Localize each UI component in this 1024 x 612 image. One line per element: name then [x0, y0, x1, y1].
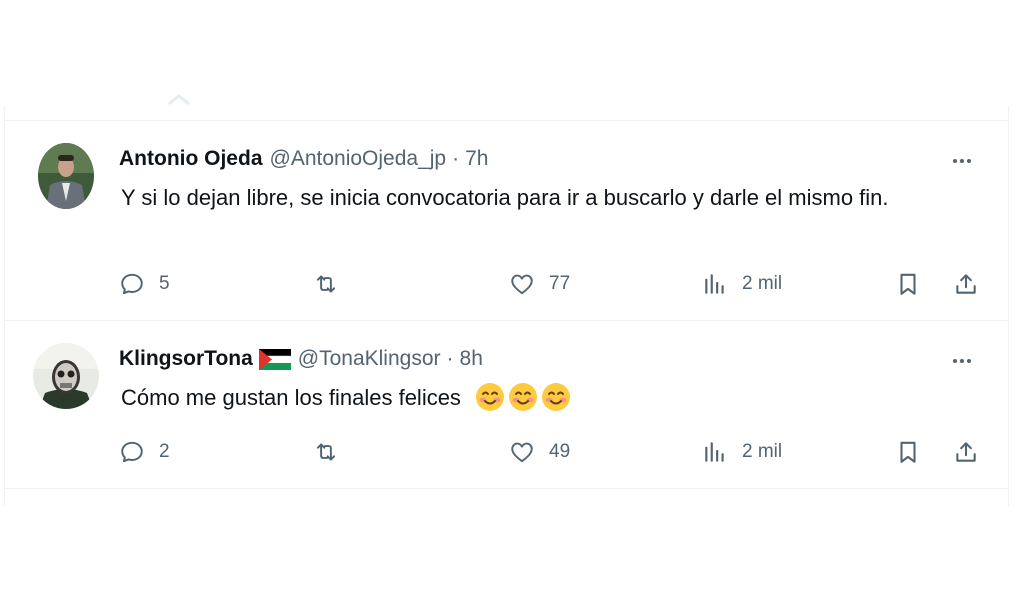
reply-icon — [121, 441, 143, 463]
avatar-photo — [38, 143, 94, 209]
reply-button[interactable]: 2 — [119, 439, 170, 465]
feed-divider — [5, 488, 1008, 489]
timestamp[interactable]: 7h — [465, 147, 488, 171]
like-count: 77 — [549, 273, 571, 294]
author-name[interactable]: Antonio Ojeda — [119, 147, 263, 171]
collapse-chevron-icon — [168, 94, 190, 106]
analytics-icon — [705, 274, 724, 294]
view-count: 2 mil — [742, 273, 783, 294]
author-handle[interactable]: @TonaKlingsor — [298, 347, 441, 371]
more-options-icon[interactable] — [948, 151, 976, 171]
like-button[interactable]: 77 — [509, 271, 570, 297]
bookmark-button[interactable] — [895, 439, 921, 465]
heart-icon — [511, 274, 533, 295]
separator: · — [452, 147, 460, 170]
repost-icon — [316, 443, 336, 461]
timestamp[interactable]: 8h — [460, 347, 483, 371]
share-icon — [956, 274, 976, 294]
repost-icon — [316, 275, 336, 293]
share-icon — [956, 442, 976, 462]
avatar-photo — [33, 343, 99, 409]
bookmark-button[interactable] — [895, 271, 921, 297]
tweet-feed: Antonio Ojeda @AntonioOjeda_jp · 7h Y si… — [4, 106, 1009, 506]
smiling-face-icon — [476, 383, 505, 411]
tweet-text: Cómo me gustan los finales felices — [121, 385, 461, 410]
avatar[interactable] — [33, 343, 99, 409]
tweet-actions: 5 77 2 mil — [5, 271, 1008, 301]
tweet-header: Antonio Ojeda @AntonioOjeda_jp · 7h — [119, 147, 488, 171]
share-button[interactable] — [953, 271, 979, 297]
share-button[interactable] — [953, 439, 979, 465]
separator: · — [446, 347, 454, 370]
like-button[interactable]: 49 — [509, 439, 570, 465]
smiling-face-icon — [509, 383, 538, 411]
tweet[interactable]: KlingsorTona @TonaKlingsor · 8h Cómo me … — [5, 320, 1008, 491]
reply-button[interactable]: 5 — [119, 271, 170, 297]
views-button[interactable]: 2 mil — [702, 271, 782, 297]
reply-count: 5 — [159, 273, 170, 294]
tweet-text-container: Cómo me gustan los finales felices — [121, 381, 981, 415]
author-name[interactable]: KlingsorTona — [119, 347, 253, 371]
bookmark-icon — [900, 273, 916, 295]
smiling-face-icon — [542, 383, 571, 411]
author-handle[interactable]: @AntonioOjeda_jp — [270, 147, 447, 171]
views-button[interactable]: 2 mil — [702, 439, 782, 465]
repost-button[interactable] — [313, 271, 353, 297]
analytics-icon — [705, 442, 724, 462]
like-count: 49 — [549, 441, 571, 462]
bookmark-icon — [900, 441, 916, 463]
repost-button[interactable] — [313, 439, 353, 465]
heart-icon — [511, 442, 533, 463]
tweet-actions: 2 49 2 mil — [5, 439, 1008, 469]
tweet-text: Y si lo dejan libre, se inicia convocato… — [121, 185, 889, 210]
avatar[interactable] — [38, 143, 94, 209]
reply-icon — [121, 273, 143, 295]
more-options-icon[interactable] — [948, 351, 976, 371]
view-count: 2 mil — [742, 441, 783, 462]
tweet[interactable]: Antonio Ojeda @AntonioOjeda_jp · 7h Y si… — [5, 120, 1008, 321]
reply-count: 2 — [159, 441, 170, 462]
palestine-flag-icon — [258, 348, 291, 370]
tweet-header: KlingsorTona @TonaKlingsor · 8h — [119, 347, 483, 371]
